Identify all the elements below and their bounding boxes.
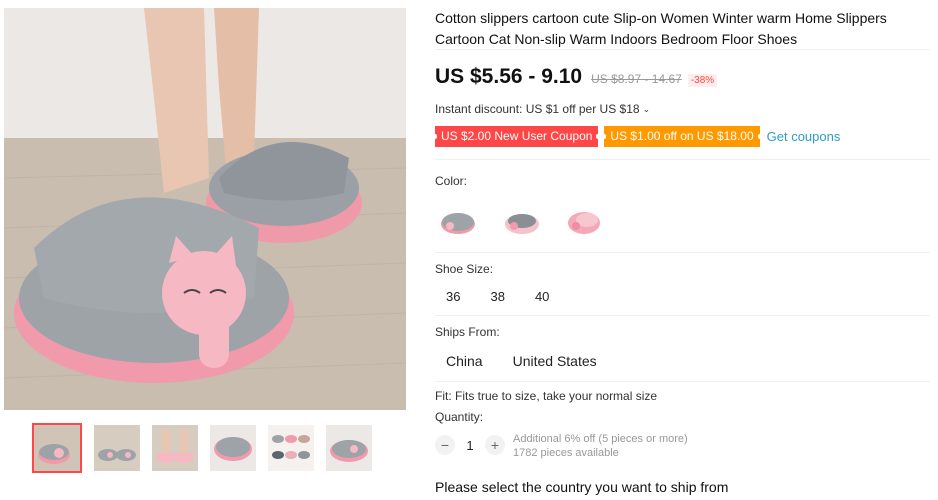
instant-discount-text: Instant discount: US $1 off per US $18 [435, 102, 640, 116]
color-swatches [435, 197, 621, 245]
instant-discount[interactable]: Instant discount: US $1 off per US $18 ⌄ [435, 102, 650, 116]
slipper-photo [4, 8, 406, 410]
stock-count: 1782 pieces available [513, 447, 619, 459]
price-row: US $5.56 - 9.10 US $8.97 - 14.67 -38% [435, 65, 718, 93]
thumbnail-4[interactable] [210, 425, 256, 471]
shoe-size-label: Shoe Size: [435, 262, 494, 276]
fit-note: Fit: Fits true to size, take your normal… [435, 389, 658, 403]
size-options: 36 38 40 [437, 287, 570, 307]
divider [435, 381, 930, 382]
original-price: US $8.97 - 14.67 [591, 72, 682, 86]
color-option-grey[interactable] [435, 197, 485, 245]
color-option-pink-grey[interactable] [497, 197, 547, 245]
quantity-stepper: − 1 + [435, 435, 505, 455]
divider [435, 315, 930, 316]
ships-from-options: China United States [437, 350, 618, 372]
ship-option-china[interactable]: China [437, 350, 492, 372]
current-price: US $5.56 - 9.10 [435, 65, 583, 88]
decrease-quantity-button[interactable]: − [435, 435, 455, 455]
product-main-image[interactable] [4, 8, 406, 410]
bulk-discount-text: Additional 6% off (5 pieces or more) [513, 433, 688, 445]
thumbnail-3[interactable] [152, 425, 198, 471]
increase-quantity-button[interactable]: + [485, 435, 505, 455]
divider [435, 252, 930, 253]
quantity-info: Additional 6% off (5 pieces or more) 178… [513, 432, 688, 460]
size-option-36[interactable]: 36 [437, 287, 469, 307]
quantity-value[interactable]: 1 [455, 438, 485, 453]
coupon-row: US $2.00 New User Coupon US $1.00 off on… [432, 125, 841, 147]
divider [435, 159, 930, 160]
color-label: Color: [435, 174, 468, 188]
chevron-down-icon: ⌄ [642, 103, 651, 114]
color-option-pink[interactable] [559, 197, 609, 245]
ship-option-united-states[interactable]: United States [504, 350, 606, 372]
divider [435, 49, 930, 50]
product-title: Cotton slippers cartoon cute Slip-on Wom… [435, 10, 887, 47]
quantity-label: Quantity: [435, 410, 484, 424]
thumbnail-5[interactable] [268, 425, 314, 471]
ships-from-label: Ships From: [435, 325, 500, 339]
discount-badge: -38% [687, 74, 718, 87]
thumbnail-6[interactable] [326, 425, 372, 471]
new-user-coupon[interactable]: US $2.00 New User Coupon [432, 125, 601, 147]
size-option-38[interactable]: 38 [481, 287, 513, 307]
thumbnail-1[interactable] [32, 423, 82, 473]
thumbnail-strip [32, 423, 378, 473]
shipping-message: Please select the country you want to sh… [435, 479, 729, 495]
get-coupons-link[interactable]: Get coupons [767, 129, 841, 144]
thumbnail-2[interactable] [94, 425, 140, 471]
store-coupon[interactable]: US $1.00 off on US $18.00 [602, 125, 762, 147]
size-option-40[interactable]: 40 [526, 287, 558, 307]
